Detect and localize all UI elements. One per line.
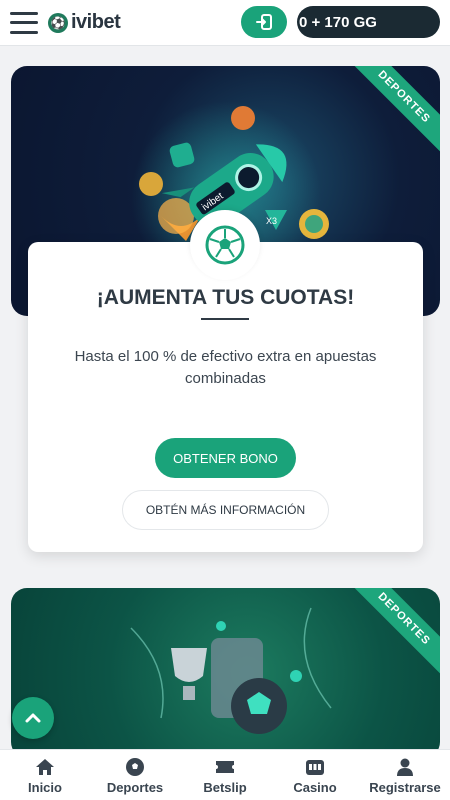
logo-shield-icon: ⚽ [48,12,68,33]
svg-text:X3: X3 [266,216,277,226]
nav-item-deportes[interactable]: Deportes [90,750,180,800]
nav-label: Registrarse [369,779,441,795]
user-icon [395,756,415,778]
ticket-icon [214,756,236,778]
balance-text: 0 + 170 GG [299,13,377,31]
offer-description: Hasta el 100 % de efectivo extra en apue… [74,348,377,387]
menu-icon[interactable] [10,11,38,34]
nav-item-inicio[interactable]: Inicio [0,750,90,800]
slot-machine-icon [304,756,326,778]
more-info-button[interactable]: OBTÉN MÁS INFORMACIÓN [122,490,329,530]
logo-text: ivibet [71,11,121,33]
offer-card: ¡AUMENTA TUS CUOTAS! Hasta el 100 % de e… [28,210,423,552]
soccer-ball-icon [125,756,145,778]
nav-item-casino[interactable]: Casino [270,750,360,800]
home-icon [34,756,56,778]
soccer-ball-badge [190,210,260,280]
login-button[interactable] [241,6,287,38]
login-icon [256,14,272,30]
promo-banner-sports[interactable]: DEPORTES [11,588,440,758]
bottom-navigation: Inicio Deportes Betslip Casino Registrar… [0,749,450,800]
nav-label: Casino [293,779,337,795]
nav-label: Betslip [203,779,247,795]
offer-title: ¡AUMENTA TUS CUOTAS! [96,286,355,309]
chevron-up-icon [25,713,41,723]
soccer-ball-icon [205,225,245,265]
nav-label: Deportes [106,779,164,795]
nav-label: Inicio [28,779,62,795]
nav-item-registrarse[interactable]: Registrarse [360,750,450,800]
title-divider [201,318,249,320]
balance-pill[interactable]: 0 + 170 GG [297,6,440,38]
top-header: ⚽ ivibet 0 + 170 GG [0,0,450,46]
logo[interactable]: ⚽ ivibet [48,11,121,34]
scroll-to-top-button[interactable] [12,697,54,739]
get-bonus-button[interactable]: OBTENER BONO [155,438,296,478]
nav-item-betslip[interactable]: Betslip [180,750,270,800]
trophy-ball-illustration [130,607,332,734]
